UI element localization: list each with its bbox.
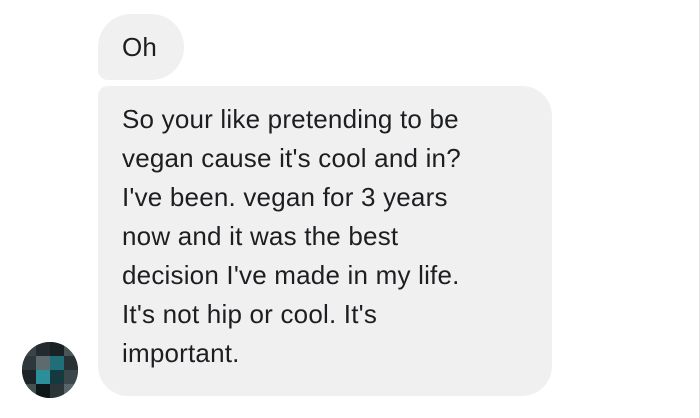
message-line: So your like pretending to be — [122, 104, 459, 134]
sender-avatar[interactable] — [22, 342, 78, 398]
message-line: decision I've made in my life. — [122, 260, 460, 290]
message-line: I've been. vegan for 3 years — [122, 182, 448, 212]
message-text: Oh — [122, 32, 158, 62]
message-line: vegan cause it's cool and in? — [122, 143, 461, 173]
message-bubble-vegan[interactable]: So your like pretending to be vegan caus… — [98, 86, 552, 396]
chat-thread: Oh So your like pretending to be vegan c… — [0, 0, 700, 418]
message-bubble-oh[interactable]: Oh — [98, 14, 184, 80]
message-line: It's not hip or cool. It's — [122, 299, 378, 329]
message-line: now and it was the best — [122, 221, 399, 251]
message-line: important. — [122, 338, 240, 368]
